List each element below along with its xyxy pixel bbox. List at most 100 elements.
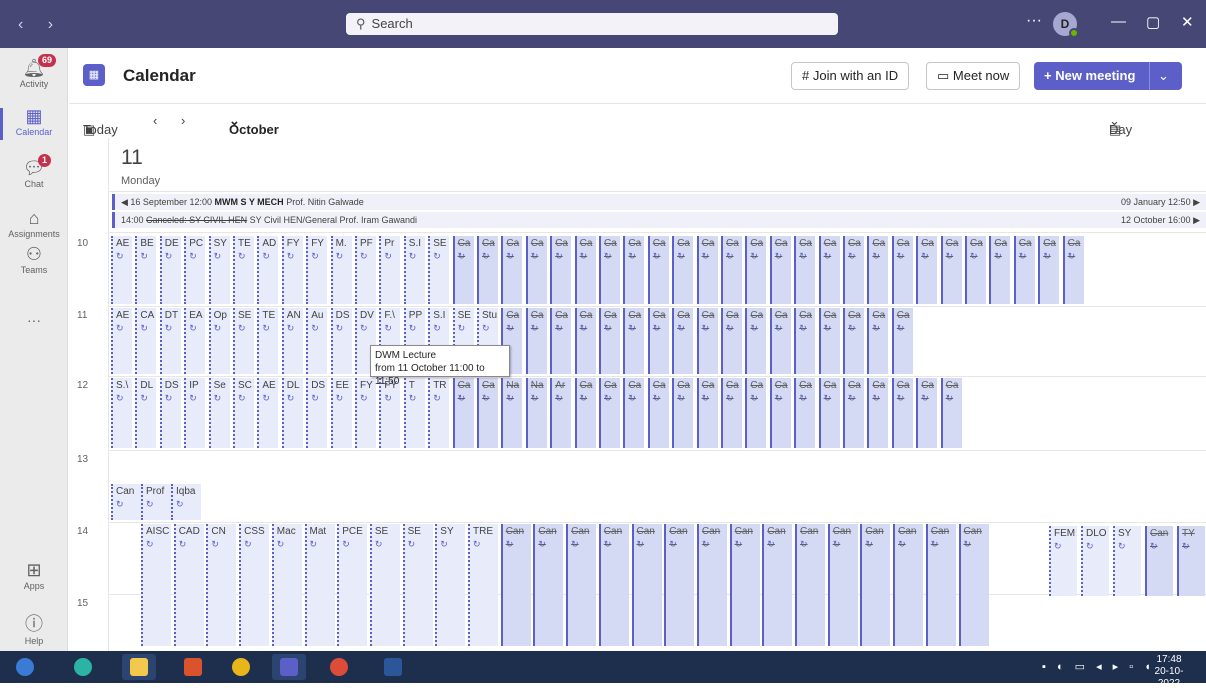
calendar-event[interactable]: DS ↻ <box>306 378 328 448</box>
rail-assignments[interactable]: ⌂ Assignments <box>0 208 68 239</box>
rail-calendar[interactable]: ▦ Calendar <box>0 106 68 140</box>
calendar-event[interactable]: Ca ↻ <box>672 378 694 448</box>
calendar-event[interactable]: Mac ↻ <box>271 524 302 646</box>
calendar-event[interactable]: Can ↻ <box>827 524 858 646</box>
calendar-event[interactable]: Ca ↻ <box>599 378 620 448</box>
calendar-event[interactable]: Ca ↻ <box>525 308 547 374</box>
calendar-event[interactable]: Can ↻ <box>762 524 793 646</box>
calendar-event[interactable]: PF ↻ <box>355 236 376 304</box>
calendar-event[interactable]: Ca ↻ <box>623 236 645 304</box>
calendar-event[interactable]: Ca ↻ <box>574 308 596 374</box>
calendar-event[interactable]: EA ↻ <box>184 308 206 374</box>
calendar-event[interactable]: Ca ↻ <box>525 236 547 304</box>
calendar-event[interactable]: AISC ↻ <box>141 524 171 646</box>
calendar-event[interactable]: Ca ↻ <box>721 236 742 304</box>
calendar-event[interactable]: Ca ↻ <box>940 378 962 448</box>
calendar-event[interactable]: Ca ↻ <box>477 378 498 448</box>
join-with-id-button[interactable]: # Join with an ID <box>791 62 910 90</box>
rail-activity[interactable]: 🔔︎ 69 Activity <box>0 54 68 89</box>
meet-now-button[interactable]: ▭ Meet now <box>926 62 1021 90</box>
calendar-event[interactable]: Ca ↻ <box>647 378 669 448</box>
start-button[interactable] <box>8 654 42 680</box>
calendar-event[interactable]: CA ↻ <box>135 308 157 374</box>
calendar-event[interactable]: Can ↻ <box>500 524 531 646</box>
calendar-event[interactable]: Na ↻ <box>501 378 523 448</box>
history-nav[interactable]: ‹ › <box>18 16 63 34</box>
calendar-event[interactable]: Ca ↻ <box>867 308 889 374</box>
calendar-event[interactable]: TRE ↻ <box>468 524 498 646</box>
calendar-event[interactable]: Ca ↻ <box>1038 236 1060 304</box>
calendar-event[interactable]: SY ↻ <box>435 524 466 646</box>
calendar-event[interactable]: Can ↻ <box>566 524 597 646</box>
close-button[interactable]: ✕ <box>1181 13 1194 31</box>
forward-arrow-icon[interactable]: › <box>48 16 63 33</box>
calendar-event[interactable]: Ca ↻ <box>843 308 864 374</box>
allday-event[interactable]: 14:00 Canceled: SY CIVIL HEN SY Civil HE… <box>112 212 1206 228</box>
calendar-event[interactable]: Na ↻ <box>525 378 547 448</box>
calendar-event[interactable]: Ca ↻ <box>916 236 938 304</box>
calendar-event[interactable]: Ca ↻ <box>599 308 620 374</box>
calendar-event[interactable]: Can ↻ <box>795 524 825 646</box>
calendar-event[interactable]: CN ↻ <box>206 524 237 646</box>
calendar-event[interactable]: Ca ↻ <box>891 308 913 374</box>
calendar-event[interactable]: EE ↻ <box>330 378 352 448</box>
explorer-taskbar-icon[interactable] <box>122 654 156 680</box>
calendar-event[interactable]: Ca ↻ <box>672 308 694 374</box>
calendar-event[interactable]: T ↻ <box>403 378 425 448</box>
calendar-event[interactable]: Ca ↻ <box>794 236 816 304</box>
calendar-event[interactable]: PCE ↻ <box>337 524 368 646</box>
calendar-event[interactable]: Ca ↻ <box>721 308 742 374</box>
calendar-event[interactable]: Iqba ↻ <box>171 484 201 520</box>
calendar-event[interactable]: TY ↻ <box>1177 526 1205 596</box>
calendar-event[interactable]: Se ↻ <box>208 378 230 448</box>
calendar-event[interactable]: M. ↻ <box>330 236 352 304</box>
calendar-event[interactable]: SY ↻ <box>1113 526 1141 596</box>
new-meeting-button[interactable]: + New meeting ⌄ <box>1034 62 1182 90</box>
calendar-event[interactable]: Ca ↻ <box>818 236 840 304</box>
rail-help[interactable]: ⓘ Help <box>0 610 68 646</box>
calendar-event[interactable]: S.\ ↻ <box>111 378 132 448</box>
calendar-event[interactable]: DLO ↻ <box>1081 526 1109 596</box>
clock[interactable]: 17:48 20-10-2022 <box>1144 654 1194 690</box>
calendar-event[interactable]: Pr ↻ <box>379 236 401 304</box>
calendar-event[interactable]: Can ↻ <box>533 524 564 646</box>
calendar-event[interactable]: Ca ↻ <box>599 236 620 304</box>
calendar-event[interactable]: Ca ↻ <box>696 308 718 374</box>
calendar-event[interactable]: Ca ↻ <box>1013 236 1035 304</box>
calendar-event[interactable]: Ca ↻ <box>794 308 816 374</box>
calendar-event[interactable]: TR ↻ <box>428 378 450 448</box>
calendar-event[interactable]: DT ↻ <box>159 308 181 374</box>
rail-chat[interactable]: 💬︎ 1 Chat <box>0 154 68 189</box>
calendar-event[interactable]: Op ↻ <box>208 308 230 374</box>
calendar-event[interactable]: SE ↻ <box>233 308 254 374</box>
month-picker[interactable]: October 2021 ⌄ <box>229 113 279 152</box>
allday-event[interactable]: ◀ 16 September 12:00 MWM S Y MECH Prof. … <box>112 194 1206 210</box>
calendar-event[interactable]: AN ↻ <box>281 308 303 374</box>
calendar-event[interactable]: Ca ↻ <box>672 236 694 304</box>
edge-taskbar-icon[interactable] <box>66 654 100 680</box>
calendar-event[interactable]: TE ↻ <box>257 308 279 374</box>
calendar-event[interactable]: Ca ↻ <box>501 236 523 304</box>
more-options-icon[interactable]: ··· <box>1026 12 1042 30</box>
word-taskbar-icon[interactable] <box>376 654 410 680</box>
calendar-event[interactable]: DS ↻ <box>330 308 352 374</box>
system-tray[interactable]: ▪ ◐ ▭ ◂ ▸ ▫ ◖ <box>1042 660 1155 673</box>
calendar-event[interactable]: Ca ↻ <box>818 378 840 448</box>
calendar-event[interactable]: FY ↻ <box>306 236 328 304</box>
calendar-event[interactable]: Prof ↻ <box>141 484 171 520</box>
calendar-event[interactable]: IP ↻ <box>184 378 206 448</box>
calendar-event[interactable]: Ca ↻ <box>623 378 645 448</box>
calendar-event[interactable]: Can ↻ <box>664 524 695 646</box>
calendar-event[interactable]: Can ↻ <box>111 484 141 520</box>
search-input[interactable]: ⚲ Search <box>346 13 838 35</box>
calendar-event[interactable]: DL ↻ <box>281 378 303 448</box>
back-arrow-icon[interactable]: ‹ <box>18 16 33 33</box>
calendar-event[interactable]: Ca ↻ <box>940 236 962 304</box>
calendar-event[interactable]: AD ↻ <box>257 236 279 304</box>
calendar-event[interactable]: AE ↻ <box>111 236 132 304</box>
calendar-event[interactable]: SE ↻ <box>402 524 433 646</box>
calendar-event[interactable]: Ca ↻ <box>965 236 986 304</box>
calendar-event[interactable]: AE ↻ <box>111 308 132 374</box>
calendar-event[interactable]: Ca ↻ <box>696 236 718 304</box>
calendar-event[interactable]: Ca ↻ <box>867 378 889 448</box>
